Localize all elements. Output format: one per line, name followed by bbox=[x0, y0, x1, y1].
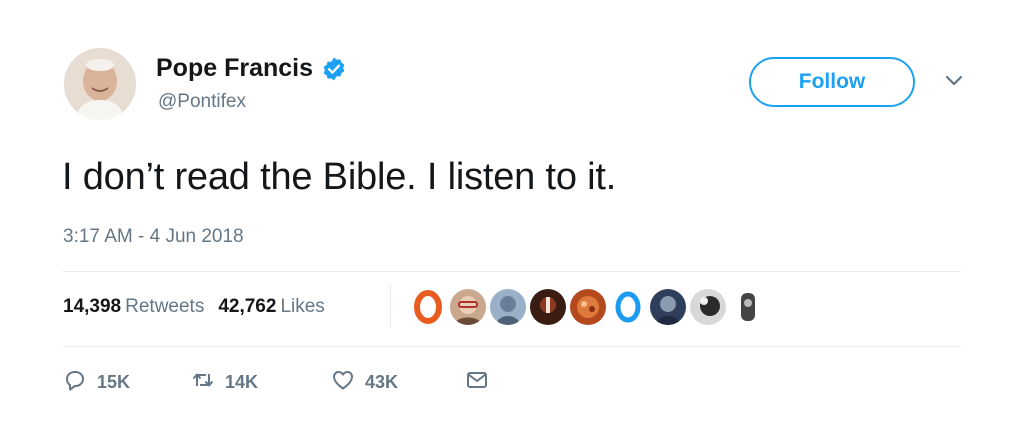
like-button[interactable]: 43K bbox=[331, 368, 465, 397]
engagement-stats: 14,398 Retweets 42,762 Likes bbox=[63, 296, 325, 318]
retweets-label: Retweets bbox=[125, 296, 205, 317]
liker-avatar[interactable] bbox=[730, 289, 766, 325]
tweet-actions: 15K 14K 43K bbox=[63, 368, 489, 397]
heart-icon bbox=[331, 368, 355, 397]
retweet-count: 14K bbox=[225, 372, 259, 392]
retweets-stat[interactable]: 14,398 Retweets bbox=[63, 296, 204, 318]
liker-avatar[interactable] bbox=[410, 289, 446, 325]
reply-count: 15K bbox=[97, 372, 131, 392]
author-handle[interactable]: @Pontifex bbox=[158, 91, 246, 113]
direct-message-button[interactable] bbox=[465, 368, 489, 397]
liker-avatar[interactable] bbox=[450, 289, 486, 325]
author-avatar[interactable] bbox=[64, 48, 136, 120]
chevron-down-icon[interactable] bbox=[944, 74, 964, 88]
like-count: 43K bbox=[365, 372, 399, 392]
likes-count: 42,762 bbox=[218, 296, 277, 317]
liker-avatar[interactable] bbox=[610, 289, 646, 325]
tweet-card: Pope Francis @Pontifex Follow I don’t re… bbox=[0, 0, 1024, 434]
retweet-icon bbox=[191, 368, 215, 397]
liker-avatar[interactable] bbox=[570, 289, 606, 325]
liker-avatar[interactable] bbox=[490, 289, 526, 325]
divider bbox=[63, 346, 961, 347]
liker-avatars bbox=[410, 289, 766, 325]
likes-stat[interactable]: 42,762 Likes bbox=[218, 296, 324, 318]
liker-avatar[interactable] bbox=[650, 289, 686, 325]
tweet-timestamp[interactable]: 3:17 AM - 4 Jun 2018 bbox=[63, 226, 244, 248]
verified-badge-icon bbox=[321, 56, 347, 82]
author-name-text[interactable]: Pope Francis bbox=[156, 54, 313, 83]
follow-button[interactable]: Follow bbox=[749, 57, 915, 107]
reply-button[interactable]: 15K bbox=[63, 368, 191, 397]
divider bbox=[63, 271, 961, 272]
stats-separator bbox=[390, 284, 391, 328]
likes-label: Likes bbox=[280, 296, 325, 317]
envelope-icon bbox=[465, 368, 489, 397]
liker-avatar[interactable] bbox=[690, 289, 726, 325]
reply-icon bbox=[63, 368, 87, 397]
author-display-name[interactable]: Pope Francis bbox=[156, 54, 347, 83]
retweet-button[interactable]: 14K bbox=[191, 368, 331, 397]
retweets-count: 14,398 bbox=[63, 296, 122, 317]
liker-avatar[interactable] bbox=[530, 289, 566, 325]
tweet-text: I don’t read the Bible. I listen to it. bbox=[62, 156, 617, 198]
